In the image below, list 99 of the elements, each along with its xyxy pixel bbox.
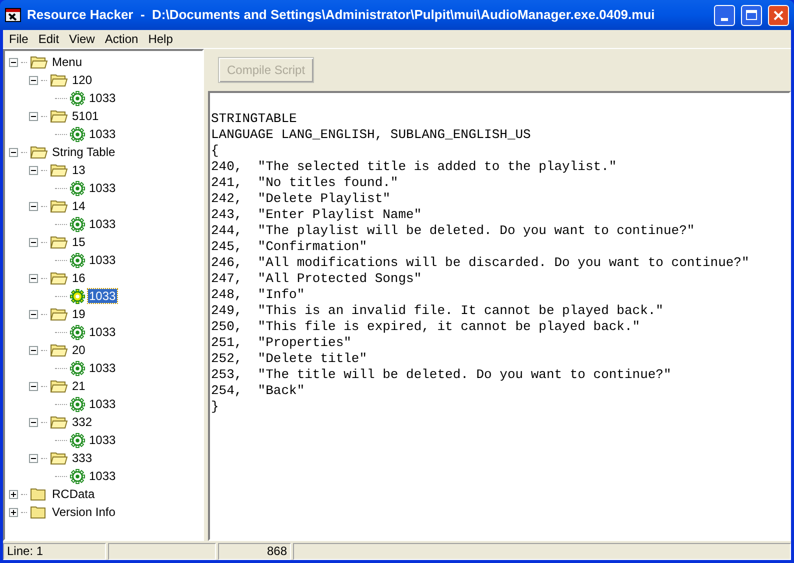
gear-icon [70,288,85,304]
code-line: 246, "All modifications will be discarded. Do you want to continue?" [211,255,750,271]
collapse-icon[interactable] [29,76,38,84]
code-line: 248, "Info" [211,287,306,303]
collapse-icon[interactable] [9,148,18,156]
open-folder-icon [50,109,68,123]
tree-item[interactable]: RCData [51,487,96,501]
tree-item[interactable]: 1033 [88,181,117,195]
tree-item[interactable]: 5101 [71,109,100,123]
code-line: 252, "Delete title" [211,351,368,367]
tree-item[interactable]: 1033 [88,253,117,267]
tree-item[interactable]: 1033 [88,361,117,375]
open-folder-icon [50,73,68,87]
code-line: 241, "No titles found." [211,175,400,191]
code-line: 250, "This file is expired, it cannot be played back." [211,319,642,335]
menubar-item[interactable]: File [4,30,34,48]
close-button[interactable] [768,4,789,26]
gear-icon [70,126,85,142]
tree-item[interactable]: 15 [71,235,86,249]
tree-item[interactable]: Version Info [51,505,116,519]
tree-item[interactable]: 14 [71,199,86,213]
open-folder-icon [50,163,68,177]
collapse-icon[interactable] [29,112,38,120]
code-line: STRINGTABLE [211,111,298,127]
code-line: 247, "All Protected Songs" [211,271,423,287]
tree-item[interactable]: 332 [71,415,94,429]
tree-item[interactable]: 120 [71,73,94,87]
open-folder-icon [50,415,68,429]
open-folder-icon [50,451,68,465]
tree-item[interactable]: 333 [71,451,94,465]
code-line: 251, "Properties" [211,335,352,351]
collapse-icon[interactable] [29,274,38,282]
open-folder-icon [50,271,68,285]
collapse-icon[interactable] [29,454,38,462]
code-line: LANGUAGE LANG_ENGLISH, SUBLANG_ENGLISH_US [211,127,532,143]
code-line: 240, "The selected title is added to the playlist." [211,159,618,175]
expand-icon[interactable] [9,490,18,498]
tree-item[interactable]: 1033 [88,325,117,339]
collapse-icon[interactable] [9,58,18,66]
open-folder-icon [50,379,68,393]
tree-item[interactable]: 21 [71,379,86,393]
tree-item[interactable]: 13 [71,163,86,177]
code-editor[interactable] [208,91,791,541]
menubar-item[interactable]: Help [143,30,178,48]
menubar-item[interactable]: View [64,30,100,48]
menubar-item[interactable]: Action [100,30,144,48]
gear-icon [70,324,85,340]
expand-icon[interactable] [9,508,18,516]
tree-item[interactable]: 1033 [88,127,117,141]
tree-item[interactable]: 1033 [88,469,117,483]
collapse-icon[interactable] [29,346,38,354]
app-icon [5,7,21,23]
open-folder-icon [50,307,68,321]
gear-icon [70,252,85,268]
collapse-icon[interactable] [29,238,38,246]
open-folder-icon [50,343,68,357]
gear-icon [70,396,85,412]
gear-icon [70,360,85,376]
code-line: 249, "This is an invalid file. It cannot be played back." [211,303,664,319]
collapse-icon[interactable] [29,202,38,210]
collapse-icon[interactable] [29,166,38,174]
gear-icon [70,216,85,232]
tree-item[interactable]: 1033 [88,433,117,447]
gear-icon [70,180,85,196]
gear-icon [70,432,85,448]
tree-item[interactable]: 1033 [88,397,117,411]
tree-item[interactable]: String Table [51,145,116,159]
collapse-icon[interactable] [29,418,38,426]
collapse-icon[interactable] [29,382,38,390]
maximize-button[interactable] [741,4,762,26]
folder-icon [30,487,48,501]
code-line: 244, "The playlist will be deleted. Do you want to continue?" [211,223,696,239]
code-line: 253, "The title will be deleted. Do you want to continue?" [211,367,672,383]
tree-item[interactable]: 1033 [88,289,117,303]
tree-item[interactable]: Menu [51,55,84,69]
menubar-item[interactable]: Edit [33,30,64,48]
gear-icon [70,90,85,106]
code-line: 242, "Delete Playlist" [211,191,392,207]
close-icon [773,10,784,20]
collapse-icon[interactable] [29,310,38,318]
status-size: 868 [218,543,291,560]
open-folder-icon [30,145,48,159]
open-folder-icon [50,199,68,213]
open-folder-icon [50,235,68,249]
tree-item[interactable]: 20 [71,343,86,357]
tree-item[interactable]: 19 [71,307,86,321]
gear-icon [70,468,85,484]
tree-item[interactable]: 1033 [88,217,117,231]
code-line: 254, "Back" [211,383,306,399]
code-line: { [211,143,220,159]
code-line: 245, "Confirmation" [211,239,368,255]
code-line: } [211,399,220,415]
tree-item[interactable]: 1033 [88,91,117,105]
code-line: 243, "Enter Playlist Name" [211,207,423,223]
window-title: Resource Hacker - D:\Documents and Settings\Administrator\Pulpit\mui\AudioManager.exe.0409.mui [27,6,656,24]
tree-item[interactable]: 16 [71,271,86,285]
folder-icon [30,505,48,519]
minimize-button[interactable] [714,4,735,26]
open-folder-icon [30,55,48,69]
